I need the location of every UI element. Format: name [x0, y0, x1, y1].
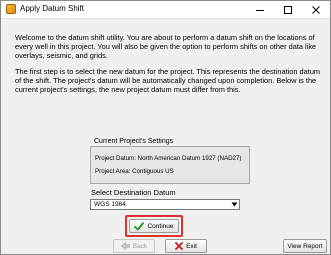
- back-button[interactable]: Back: [113, 239, 155, 253]
- destination-datum-label: Select Destination Datum: [91, 188, 176, 197]
- project-area-text: Project Area: Contiguous US: [95, 168, 174, 175]
- minimize-icon[interactable]: [246, 1, 274, 18]
- close-icon[interactable]: [302, 1, 330, 18]
- destination-datum-select[interactable]: WGS 1984: [90, 199, 240, 210]
- continue-button[interactable]: Continue: [129, 219, 179, 233]
- view-report-button[interactable]: View Report: [283, 239, 327, 253]
- exit-x-icon: [175, 242, 183, 250]
- window-title: Apply Datum Shift: [20, 4, 85, 13]
- project-datum-text: Project Datum: North American Datum 1927…: [95, 155, 242, 162]
- destination-datum-value: WGS 1984: [94, 201, 126, 208]
- dialog-window: Apply Datum Shift Welcome to the datum s…: [0, 0, 331, 255]
- title-bar[interactable]: Apply Datum Shift: [1, 1, 330, 19]
- chevron-down-icon[interactable]: [229, 200, 239, 209]
- maximize-icon[interactable]: [274, 1, 302, 18]
- intro-paragraph-1: Welcome to the datum shift utility. You …: [15, 33, 317, 61]
- current-settings-group: Project Datum: North American Datum 1927…: [90, 146, 250, 184]
- checkmark-icon: [134, 221, 145, 231]
- back-button-label: Back: [132, 242, 148, 250]
- view-report-button-label: View Report: [287, 242, 323, 250]
- intro-paragraph-2: The first step is to select the new datu…: [15, 66, 321, 95]
- app-icon: [6, 4, 16, 14]
- settings-group-title: Current Project's Settings: [94, 138, 174, 145]
- intro-text: Welcome to the datum shift utility. You …: [15, 33, 321, 100]
- back-arrow-icon: [120, 242, 130, 250]
- continue-button-label: Continue: [147, 222, 174, 230]
- exit-button-label: Exit: [186, 242, 197, 250]
- exit-button[interactable]: Exit: [165, 239, 207, 253]
